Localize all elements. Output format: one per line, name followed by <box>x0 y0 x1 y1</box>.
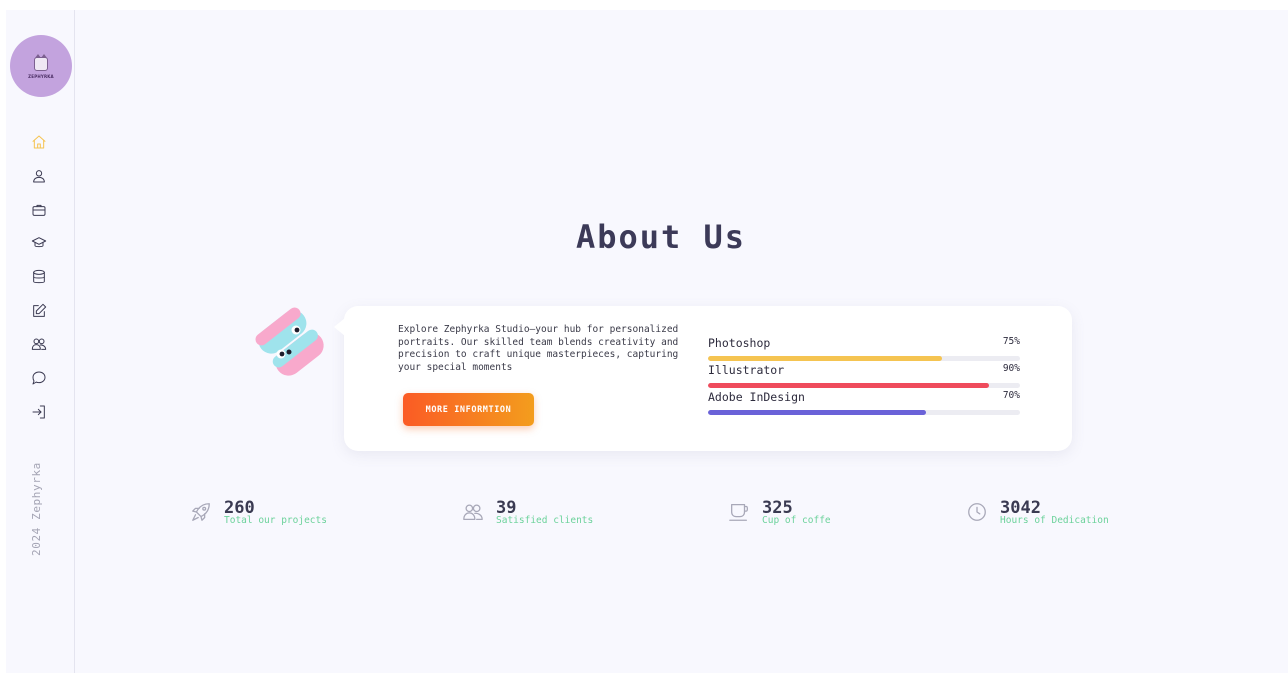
page: ZEPHYRKA 2024 Zephyrka About Us Explore … <box>6 10 1288 673</box>
chat-icon <box>32 371 46 385</box>
logo-text: ZEPHYRKA <box>28 74 54 79</box>
nav-item-profile[interactable] <box>29 166 49 186</box>
logout-icon <box>32 405 45 419</box>
clock-icon <box>968 503 986 521</box>
more-information-button[interactable]: MORE INFORMTION <box>403 393 534 426</box>
skill-progress-fill <box>708 383 989 388</box>
graduation-cap-icon <box>31 237 47 248</box>
coffee-cup-icon <box>729 504 749 521</box>
skill-progress-fill <box>708 356 942 361</box>
database-icon <box>33 269 45 284</box>
edit-icon <box>33 303 47 317</box>
stat-label: Cup of coffe <box>762 515 831 526</box>
brand-logo[interactable]: ZEPHYRKA <box>10 35 72 97</box>
nav-item-home[interactable] <box>29 132 49 152</box>
users-icon <box>31 338 47 350</box>
stat-label: Total our projects <box>224 515 327 526</box>
nav-item-portfolio[interactable] <box>29 200 49 220</box>
skill-progress-track <box>708 383 1020 388</box>
skill-progress-track <box>708 410 1020 415</box>
home-icon <box>32 135 46 149</box>
about-card: Explore Zephyrka Studio—your hub for per… <box>334 306 1072 451</box>
skill-progress-track <box>708 356 1020 361</box>
skill-name: Adobe InDesign <box>708 390 805 404</box>
page-title: About Us <box>575 218 747 256</box>
cat-logo-icon <box>34 54 48 71</box>
copyright-text: 2024 Zephyrka <box>30 462 43 556</box>
about-description: Explore Zephyrka Studio—your hub for per… <box>398 324 679 373</box>
skill-percent: 75% <box>1002 336 1020 347</box>
users-icon <box>463 504 483 520</box>
skill-progress-fill <box>708 410 927 415</box>
stat-label: Hours of Dedication <box>1000 515 1109 526</box>
skill-percent: 70% <box>1002 390 1020 401</box>
rocket-icon <box>192 503 210 521</box>
sidebar: ZEPHYRKA 2024 Zephyrka <box>6 10 75 673</box>
skill-photoshop: Photoshop 75% <box>708 336 1020 362</box>
nav-item-blog[interactable] <box>29 301 49 321</box>
nav-item-contact[interactable] <box>29 368 49 388</box>
skill-indesign: Adobe InDesign 70% <box>708 390 1020 416</box>
skill-percent: 90% <box>1002 363 1020 374</box>
skill-name: Illustrator <box>708 363 785 377</box>
mascot-illustration <box>255 307 324 376</box>
user-icon <box>33 170 45 183</box>
nav-item-education[interactable] <box>29 233 49 253</box>
nav-item-data[interactable] <box>29 267 49 287</box>
nav-item-logout[interactable] <box>29 402 49 422</box>
briefcase-icon <box>32 204 46 216</box>
skill-illustrator: Illustrator 90% <box>708 363 1020 389</box>
skill-name: Photoshop <box>708 336 771 350</box>
stat-label: Satisfied clients <box>496 515 594 526</box>
nav-item-team[interactable] <box>29 334 49 354</box>
